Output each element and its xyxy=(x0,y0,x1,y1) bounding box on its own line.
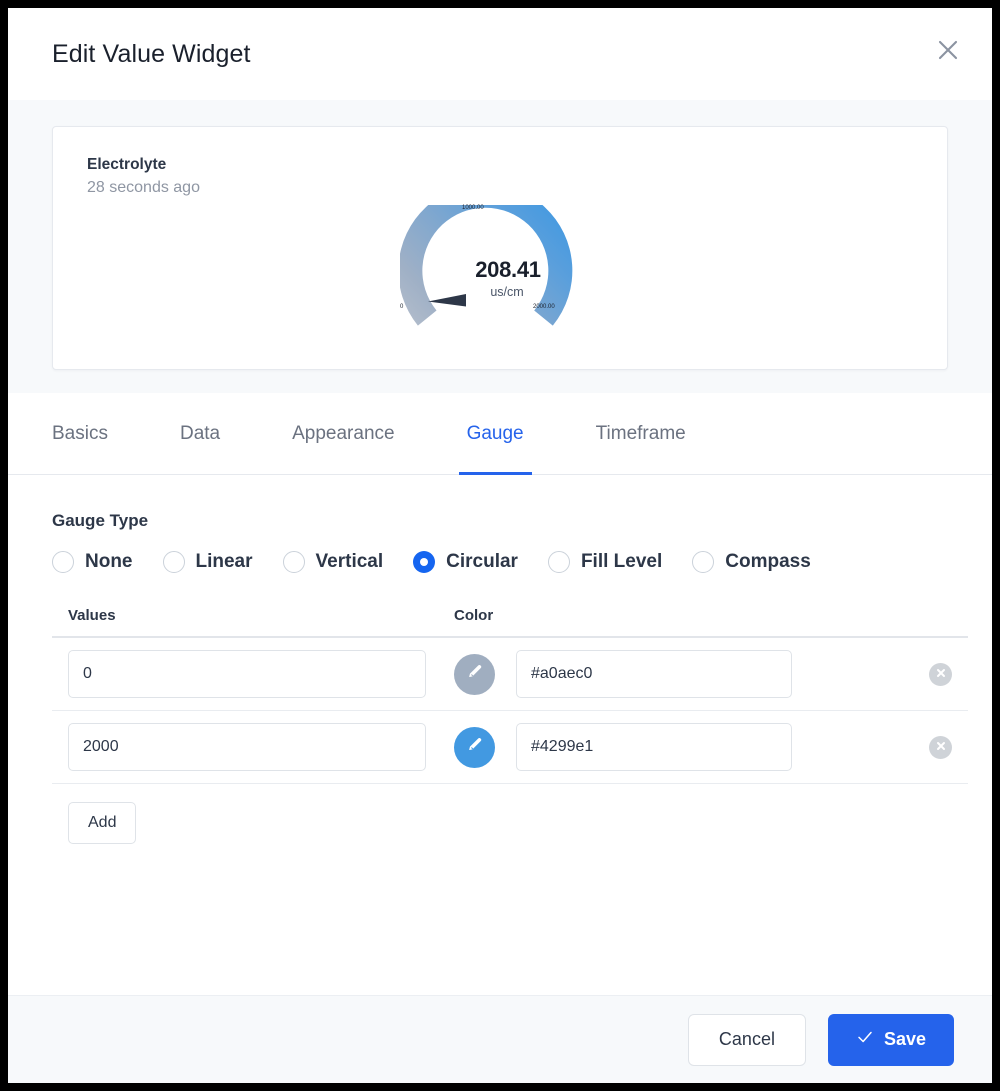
color-picker-swatch-row-0[interactable] xyxy=(454,653,495,695)
gauge-min-tick-label: 0 xyxy=(400,304,404,310)
check-icon xyxy=(856,1028,874,1051)
radio-label-linear: Linear xyxy=(195,551,253,572)
save-button-label: Save xyxy=(883,1029,926,1049)
color-hex-input-row-1[interactable] xyxy=(516,723,792,771)
preview-widget-name: Electrolyte xyxy=(87,156,167,173)
remove-row-button-1[interactable] xyxy=(929,735,952,759)
preview-band: Electrolyte 28 seconds ago 208.41 us/cm … xyxy=(8,100,992,393)
value-input-row-0[interactable] xyxy=(68,650,426,698)
radio-label-circular: Circular xyxy=(446,551,518,572)
gauge-type-radio-group: None Linear Vertical Circular Fill Level… xyxy=(52,551,948,573)
circular-gauge: 208.41 us/cm 0 1000.00 2000.00 xyxy=(400,205,600,335)
radio-mark-linear xyxy=(162,551,185,573)
column-header-color: Color xyxy=(454,607,494,624)
table-row xyxy=(52,711,968,784)
close-circle-icon xyxy=(935,740,947,755)
value-input-row-1[interactable] xyxy=(68,723,426,771)
dialog-footer: Cancel Save xyxy=(8,995,992,1083)
radio-label-none: None xyxy=(85,551,133,572)
radio-option-circular[interactable]: Circular xyxy=(413,551,518,573)
dialog-header: Edit Value Widget xyxy=(8,8,992,100)
gauge-value-text: 208.41 xyxy=(475,257,541,282)
radio-mark-vertical xyxy=(282,551,305,573)
tab-data[interactable]: Data xyxy=(180,393,220,475)
cancel-button[interactable]: Cancel xyxy=(687,1013,806,1066)
tab-appearance[interactable]: Appearance xyxy=(292,393,394,475)
tab-basics[interactable]: Basics xyxy=(52,393,108,475)
page-title: Edit Value Widget xyxy=(52,39,251,68)
close-icon xyxy=(936,38,960,62)
add-row-button[interactable]: Add xyxy=(68,802,137,844)
remove-row-button-0[interactable] xyxy=(929,662,952,686)
values-color-table: Values Color 0 #a0aec0 2000 #4299e1 Add xyxy=(52,607,968,844)
radio-label-vertical: Vertical xyxy=(315,551,384,572)
color-hex-input-row-0[interactable] xyxy=(516,650,792,698)
radio-option-vertical[interactable]: Vertical xyxy=(282,551,384,573)
radio-mark-compass xyxy=(692,551,715,573)
widget-preview-card: Electrolyte 28 seconds ago 208.41 us/cm … xyxy=(52,126,948,370)
radio-label-compass: Compass xyxy=(725,551,811,572)
radio-label-fill-level: Fill Level xyxy=(580,551,663,572)
tab-bar: Basics Data Appearance Gauge Timeframe xyxy=(8,393,992,475)
color-picker-swatch-row-1[interactable] xyxy=(454,726,495,768)
radio-option-linear[interactable]: Linear xyxy=(162,551,253,573)
table-row xyxy=(52,638,968,711)
column-header-values: Values xyxy=(68,607,116,624)
radio-mark-circular xyxy=(413,551,436,573)
edit-value-widget-dialog: Edit Value Widget Electrolyte 28 seconds… xyxy=(8,8,992,1083)
gauge-tab-panel: Gauge Type None Linear Vertical Circular… xyxy=(8,475,992,995)
tab-timeframe[interactable]: Timeframe xyxy=(596,393,686,475)
pencil-icon xyxy=(466,736,484,759)
radio-option-none[interactable]: None xyxy=(52,551,133,573)
tab-gauge[interactable]: Gauge xyxy=(458,393,532,475)
table-header-row: Values Color xyxy=(52,607,968,638)
radio-option-compass[interactable]: Compass xyxy=(692,551,811,573)
close-circle-icon xyxy=(935,667,947,682)
gauge-preview: 208.41 us/cm 0 1000.00 2000.00 xyxy=(53,205,947,335)
gauge-max-tick-label: 2000.00 xyxy=(533,304,555,310)
radio-mark-none xyxy=(52,551,74,573)
radio-option-fill-level[interactable]: Fill Level xyxy=(547,551,663,573)
save-button[interactable]: Save xyxy=(827,1013,954,1066)
gauge-type-label: Gauge Type xyxy=(52,511,149,530)
pencil-icon xyxy=(466,663,484,686)
gauge-mid-tick-label: 1000.00 xyxy=(462,205,484,211)
close-button[interactable] xyxy=(930,32,966,68)
gauge-unit-label: us/cm xyxy=(490,285,524,299)
radio-mark-fill-level xyxy=(547,551,570,573)
preview-timestamp: 28 seconds ago xyxy=(87,179,200,197)
